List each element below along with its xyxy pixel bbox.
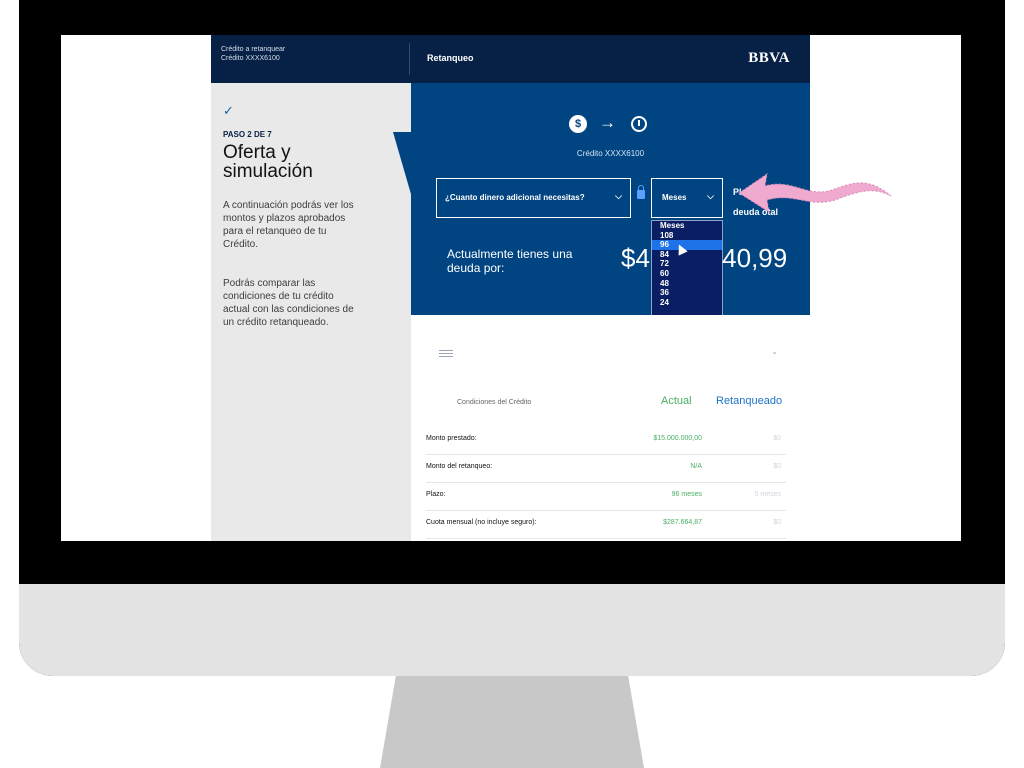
table-row: Monto prestado: $15.000.000,00 $0 xyxy=(426,427,786,455)
list-icon[interactable] xyxy=(439,350,453,360)
credit-title: Crédito a retanquear xyxy=(221,46,286,53)
months-option[interactable]: Meses xyxy=(652,221,722,231)
row-label: Cuota mensual (no incluye seguro): xyxy=(426,519,537,526)
months-select-value: Meses xyxy=(662,193,687,202)
row-retanqueado: $0 xyxy=(773,463,781,470)
conditions-section: ⌄ Condiciones del Crédito Actual Retanqu… xyxy=(411,315,810,541)
pink-arrow-annotation xyxy=(738,172,892,214)
months-option[interactable]: 108 xyxy=(652,231,722,241)
row-label: Plazo: xyxy=(426,491,446,498)
section-title: Retanqueo xyxy=(427,53,474,63)
row-actual: $287.664,87 xyxy=(663,519,702,526)
check-icon: ✓ xyxy=(223,103,234,118)
table-header-label: Condiciones del Crédito xyxy=(457,399,532,406)
screen: Crédito a retanquear Crédito XXXX6100 Re… xyxy=(61,35,961,541)
debt-amount: $4 40,99 xyxy=(621,243,788,273)
lock-icon xyxy=(637,185,645,199)
table-row: Plazo: 96 meses 0 meses xyxy=(426,483,786,511)
collapse-icon[interactable]: ⌄ xyxy=(771,347,778,356)
sidebar-description-2: Podrás comparar las condiciones de tu cr… xyxy=(223,278,354,328)
clock-icon xyxy=(631,116,647,132)
table-row: Cuota mensual (no incluye seguro): $287.… xyxy=(426,511,786,539)
months-option[interactable]: 24 xyxy=(652,298,722,308)
right-arrow-icon: → xyxy=(599,113,616,132)
chevron-down-icon: ⌵ xyxy=(615,191,622,201)
row-actual: $15.000.000,00 xyxy=(653,435,702,442)
monitor-frame: Crédito a retanquear Crédito XXXX6100 Re… xyxy=(19,0,1005,676)
row-retanqueado: $0 xyxy=(773,519,781,526)
monitor-chin xyxy=(19,584,1005,676)
debt-label: Actualmente tienes una deuda por: xyxy=(447,247,573,275)
table-header-actual: Actual xyxy=(661,395,692,407)
row-label: Monto del retanqueo: xyxy=(426,463,493,470)
months-select[interactable]: Meses ⌵ xyxy=(651,178,723,218)
hero-icons: $ → xyxy=(569,113,659,135)
row-actual: 96 meses xyxy=(671,491,702,498)
amount-select-label: ¿Cuanto dinero adicional necesitas? xyxy=(445,193,585,202)
top-bar: Crédito a retanquear Crédito XXXX6100 Re… xyxy=(211,35,810,83)
page-title: Oferta y simulación xyxy=(223,142,313,182)
amount-select[interactable]: ¿Cuanto dinero adicional necesitas? ⌵ xyxy=(436,178,631,218)
row-label: Monto prestado: xyxy=(426,435,477,442)
hero-credit-id: Crédito XXXX6100 xyxy=(576,149,645,158)
row-retanqueado: 0 meses xyxy=(754,491,781,498)
credit-info[interactable]: Crédito a retanquear Crédito XXXX6100 xyxy=(221,45,285,63)
table-row: Monto del retanqueo: N/A $0 xyxy=(426,455,786,483)
table-header-retanqueado: Retanqueado xyxy=(716,395,783,407)
sidebar-description-1: A continuación podrás ver los montos y p… xyxy=(223,200,354,250)
credit-number: Crédito XXXX6100 xyxy=(221,55,280,62)
table-header: Condiciones del Crédito Actual Retanquea… xyxy=(411,395,810,419)
web-page: Crédito a retanquear Crédito XXXX6100 Re… xyxy=(211,35,810,541)
row-actual: N/A xyxy=(690,463,702,470)
step-indicator: PASO 2 DE 7 xyxy=(223,130,272,139)
row-retanqueado: $0 xyxy=(773,435,781,442)
bbva-logo[interactable]: BBVA xyxy=(748,50,790,67)
months-option[interactable]: 48 xyxy=(652,279,722,289)
chevron-down-icon: ⌵ xyxy=(707,191,714,201)
monitor-stand xyxy=(380,676,644,768)
header-divider xyxy=(409,43,410,75)
dollar-coin-icon: $ xyxy=(569,115,587,133)
sidebar: ✓ PASO 2 DE 7 Oferta y simulación A cont… xyxy=(211,83,411,541)
months-option[interactable]: 36 xyxy=(652,288,722,298)
